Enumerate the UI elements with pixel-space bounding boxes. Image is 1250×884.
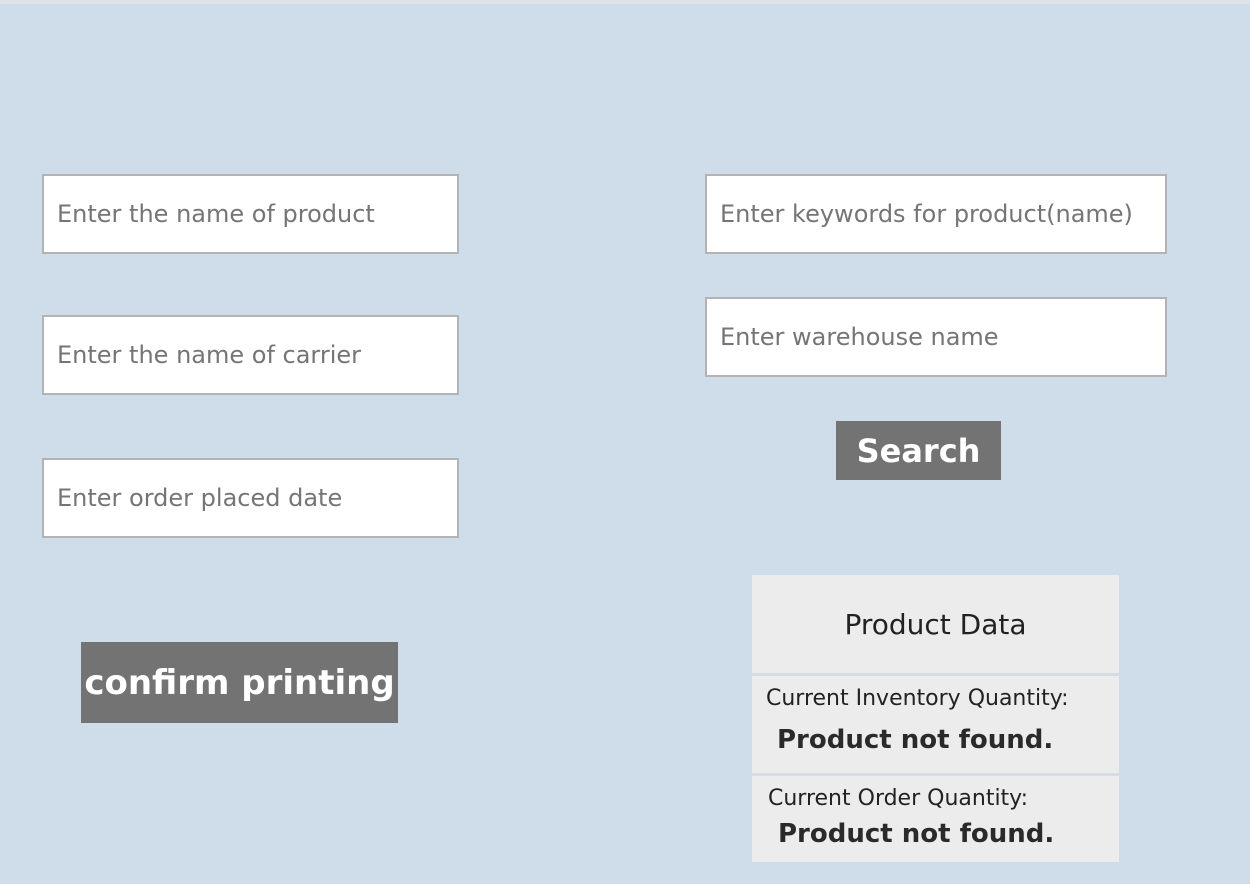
order-quantity-row: Current Order Quantity: Product not foun… <box>752 776 1119 862</box>
product-keywords-input[interactable] <box>705 174 1167 254</box>
inventory-quantity-value: Product not found. <box>777 725 1054 755</box>
product-name-input[interactable] <box>42 174 459 254</box>
top-strip <box>0 0 1250 4</box>
order-date-input[interactable] <box>42 458 459 538</box>
carrier-name-input[interactable] <box>42 315 459 395</box>
confirm-printing-button[interactable]: confirm printing <box>81 642 398 723</box>
warehouse-name-input[interactable] <box>705 297 1167 377</box>
order-quantity-label: Current Order Quantity: <box>768 786 1029 811</box>
inventory-quantity-label: Current Inventory Quantity: <box>766 686 1069 711</box>
product-data-card: Product Data Current Inventory Quantity:… <box>752 575 1119 862</box>
order-quantity-value: Product not found. <box>778 819 1055 849</box>
search-button[interactable]: Search <box>836 421 1001 480</box>
product-data-title: Product Data <box>752 575 1119 676</box>
inventory-quantity-row: Current Inventory Quantity: Product not … <box>752 676 1119 776</box>
